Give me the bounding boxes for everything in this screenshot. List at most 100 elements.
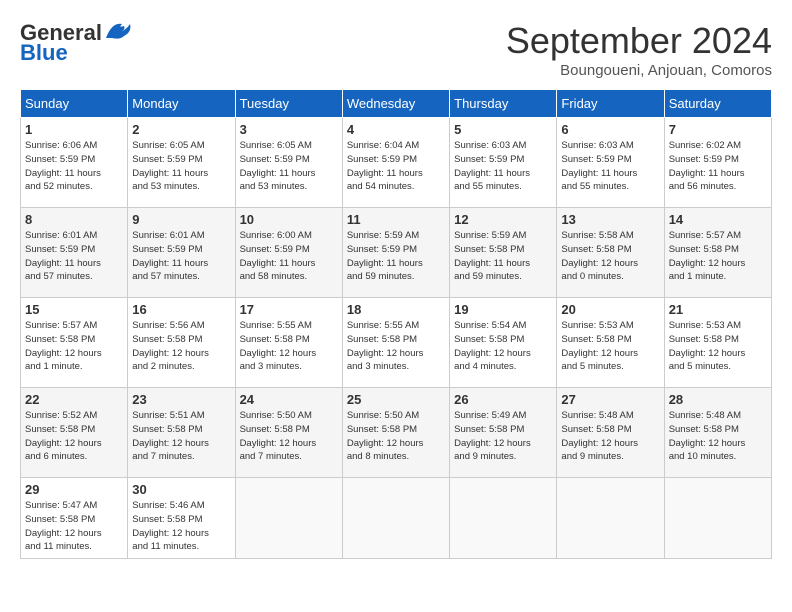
day-number: 30 [132, 482, 230, 497]
location-title: Boungoueni, Anjouan, Comoros [506, 62, 772, 79]
day-info: Sunrise: 5:49 AM Sunset: 5:58 PM Dayligh… [454, 409, 552, 464]
calendar-cell: 26 Sunrise: 5:49 AM Sunset: 5:58 PM Dayli… [450, 388, 557, 478]
day-number: 17 [240, 302, 338, 317]
calendar-header-wednesday: Wednesday [342, 90, 449, 118]
day-number: 1 [25, 122, 123, 137]
day-info: Sunrise: 5:59 AM Sunset: 5:58 PM Dayligh… [454, 229, 552, 284]
day-info: Sunrise: 5:50 AM Sunset: 5:58 PM Dayligh… [347, 409, 445, 464]
calendar-cell: 13 Sunrise: 5:58 AM Sunset: 5:58 PM Dayli… [557, 208, 664, 298]
calendar-cell: 23Sunrise: 5:51 AM Sunset: 5:58 PM Dayli… [128, 388, 235, 478]
day-info: Sunrise: 6:05 AM Sunset: 5:59 PM Dayligh… [132, 139, 230, 194]
calendar-week-row: 22Sunrise: 5:52 AM Sunset: 5:58 PM Dayli… [21, 388, 772, 478]
calendar-header-thursday: Thursday [450, 90, 557, 118]
day-number: 7 [669, 122, 767, 137]
day-info: Sunrise: 5:55 AM Sunset: 5:58 PM Dayligh… [240, 319, 338, 374]
day-info: Sunrise: 5:53 AM Sunset: 5:58 PM Dayligh… [669, 319, 767, 374]
calendar-cell: 29 Sunrise: 5:47 AM Sunset: 5:58 PM Dayli… [21, 478, 128, 559]
day-info: Sunrise: 5:50 AM Sunset: 5:58 PM Dayligh… [240, 409, 338, 464]
calendar-cell: 19 Sunrise: 5:54 AM Sunset: 5:58 PM Dayli… [450, 298, 557, 388]
day-info: Sunrise: 5:59 AM Sunset: 5:59 PM Dayligh… [347, 229, 445, 284]
day-number: 9 [132, 212, 230, 227]
day-number: 19 [454, 302, 552, 317]
calendar-cell [342, 478, 449, 559]
calendar-cell: 25 Sunrise: 5:50 AM Sunset: 5:58 PM Dayli… [342, 388, 449, 478]
header: General Blue September 2024 Boungoueni, … [20, 20, 772, 79]
day-info: Sunrise: 6:00 AM Sunset: 5:59 PM Dayligh… [240, 229, 338, 284]
day-info: Sunrise: 6:03 AM Sunset: 5:59 PM Dayligh… [561, 139, 659, 194]
day-number: 16 [132, 302, 230, 317]
calendar-cell: 9 Sunrise: 6:01 AM Sunset: 5:59 PM Daylig… [128, 208, 235, 298]
calendar-cell: 7 Sunrise: 6:02 AM Sunset: 5:59 PM Daylig… [664, 118, 771, 208]
day-info: Sunrise: 5:56 AM Sunset: 5:58 PM Dayligh… [132, 319, 230, 374]
calendar-cell: 20 Sunrise: 5:53 AM Sunset: 5:58 PM Dayli… [557, 298, 664, 388]
day-number: 14 [669, 212, 767, 227]
logo: General Blue [20, 20, 132, 66]
day-info: Sunrise: 5:57 AM Sunset: 5:58 PM Dayligh… [25, 319, 123, 374]
logo-blue-text: Blue [20, 40, 68, 66]
calendar-cell: 16 Sunrise: 5:56 AM Sunset: 5:58 PM Dayli… [128, 298, 235, 388]
day-info: Sunrise: 6:02 AM Sunset: 5:59 PM Dayligh… [669, 139, 767, 194]
day-info: Sunrise: 5:55 AM Sunset: 5:58 PM Dayligh… [347, 319, 445, 374]
logo-bird-icon [104, 20, 132, 42]
day-info: Sunrise: 6:03 AM Sunset: 5:59 PM Dayligh… [454, 139, 552, 194]
calendar-cell: 3Sunrise: 6:05 AM Sunset: 5:59 PM Daylig… [235, 118, 342, 208]
day-info: Sunrise: 5:52 AM Sunset: 5:58 PM Dayligh… [25, 409, 123, 464]
day-info: Sunrise: 5:58 AM Sunset: 5:58 PM Dayligh… [561, 229, 659, 284]
day-number: 23 [132, 392, 230, 407]
calendar-cell: 4Sunrise: 6:04 AM Sunset: 5:59 PM Daylig… [342, 118, 449, 208]
day-info: Sunrise: 5:48 AM Sunset: 5:58 PM Dayligh… [669, 409, 767, 464]
calendar-cell: 30Sunrise: 5:46 AM Sunset: 5:58 PM Dayli… [128, 478, 235, 559]
day-number: 4 [347, 122, 445, 137]
day-number: 25 [347, 392, 445, 407]
day-info: Sunrise: 6:01 AM Sunset: 5:59 PM Dayligh… [25, 229, 123, 284]
day-number: 24 [240, 392, 338, 407]
calendar-cell [450, 478, 557, 559]
day-info: Sunrise: 5:53 AM Sunset: 5:58 PM Dayligh… [561, 319, 659, 374]
title-area: September 2024 Boungoueni, Anjouan, Como… [506, 20, 772, 79]
day-number: 29 [25, 482, 123, 497]
month-title: September 2024 [506, 20, 772, 62]
calendar-header-friday: Friday [557, 90, 664, 118]
calendar-week-row: 8Sunrise: 6:01 AM Sunset: 5:59 PM Daylig… [21, 208, 772, 298]
day-number: 11 [347, 212, 445, 227]
day-info: Sunrise: 6:06 AM Sunset: 5:59 PM Dayligh… [25, 139, 123, 194]
calendar-cell: 10 Sunrise: 6:00 AM Sunset: 5:59 PM Dayli… [235, 208, 342, 298]
calendar-cell: 5Sunrise: 6:03 AM Sunset: 5:59 PM Daylig… [450, 118, 557, 208]
day-info: Sunrise: 6:05 AM Sunset: 5:59 PM Dayligh… [240, 139, 338, 194]
calendar-cell: 17 Sunrise: 5:55 AM Sunset: 5:58 PM Dayli… [235, 298, 342, 388]
calendar-header-row: SundayMondayTuesdayWednesdayThursdayFrid… [21, 90, 772, 118]
calendar-cell [664, 478, 771, 559]
day-info: Sunrise: 6:01 AM Sunset: 5:59 PM Dayligh… [132, 229, 230, 284]
day-number: 15 [25, 302, 123, 317]
calendar-cell: 18 Sunrise: 5:55 AM Sunset: 5:58 PM Dayli… [342, 298, 449, 388]
calendar-cell: 24 Sunrise: 5:50 AM Sunset: 5:58 PM Dayli… [235, 388, 342, 478]
calendar-cell: 21Sunrise: 5:53 AM Sunset: 5:58 PM Dayli… [664, 298, 771, 388]
calendar-cell: 8Sunrise: 6:01 AM Sunset: 5:59 PM Daylig… [21, 208, 128, 298]
calendar-week-row: 15 Sunrise: 5:57 AM Sunset: 5:58 PM Dayli… [21, 298, 772, 388]
calendar-cell: 2 Sunrise: 6:05 AM Sunset: 5:59 PM Daylig… [128, 118, 235, 208]
day-number: 20 [561, 302, 659, 317]
day-number: 2 [132, 122, 230, 137]
day-number: 26 [454, 392, 552, 407]
day-number: 18 [347, 302, 445, 317]
calendar-cell [557, 478, 664, 559]
calendar-cell: 28Sunrise: 5:48 AM Sunset: 5:58 PM Dayli… [664, 388, 771, 478]
day-number: 27 [561, 392, 659, 407]
day-info: Sunrise: 5:54 AM Sunset: 5:58 PM Dayligh… [454, 319, 552, 374]
calendar-header-monday: Monday [128, 90, 235, 118]
calendar-header-sunday: Sunday [21, 90, 128, 118]
calendar-week-row: 29 Sunrise: 5:47 AM Sunset: 5:58 PM Dayli… [21, 478, 772, 559]
calendar-cell: 12Sunrise: 5:59 AM Sunset: 5:58 PM Dayli… [450, 208, 557, 298]
day-number: 6 [561, 122, 659, 137]
day-info: Sunrise: 5:48 AM Sunset: 5:58 PM Dayligh… [561, 409, 659, 464]
day-number: 13 [561, 212, 659, 227]
day-number: 10 [240, 212, 338, 227]
day-info: Sunrise: 5:57 AM Sunset: 5:58 PM Dayligh… [669, 229, 767, 284]
calendar-cell: 14 Sunrise: 5:57 AM Sunset: 5:58 PM Dayli… [664, 208, 771, 298]
calendar-week-row: 1 Sunrise: 6:06 AM Sunset: 5:59 PM Daylig… [21, 118, 772, 208]
day-info: Sunrise: 5:47 AM Sunset: 5:58 PM Dayligh… [25, 499, 123, 554]
calendar-cell: 22Sunrise: 5:52 AM Sunset: 5:58 PM Dayli… [21, 388, 128, 478]
calendar-header-saturday: Saturday [664, 90, 771, 118]
calendar: SundayMondayTuesdayWednesdayThursdayFrid… [20, 89, 772, 559]
calendar-cell: 11 Sunrise: 5:59 AM Sunset: 5:59 PM Dayli… [342, 208, 449, 298]
